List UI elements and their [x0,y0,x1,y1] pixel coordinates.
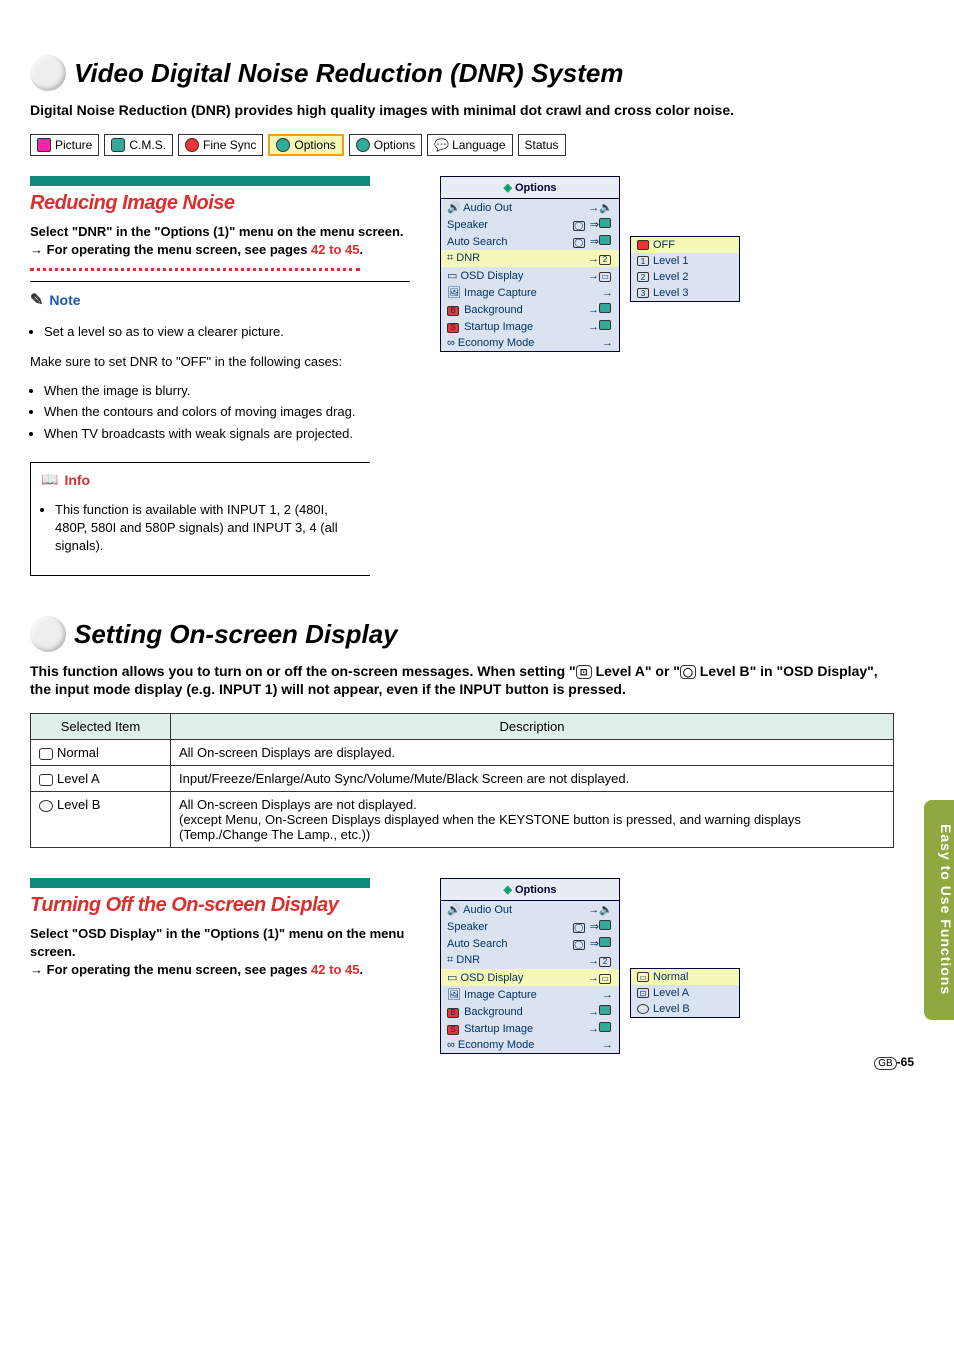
note-item: When TV broadcasts with weak signals are… [44,425,410,443]
table-row: Normal All On-screen Displays are displa… [31,740,894,766]
subheading-turning-off: Turning Off the On-screen Display [30,894,410,917]
page-title-1: Video Digital Noise Reduction (DNR) Syst… [74,58,623,89]
tab-language[interactable]: Language [427,134,512,156]
osd-row-osd-display[interactable]: ▭ OSD Display→▭ [441,969,619,986]
options-icon [276,138,290,152]
tab-picture[interactable]: Picture [30,134,99,156]
table-row: Level B All On-screen Displays are not d… [31,792,894,848]
finesync-icon [185,138,199,152]
bullet-circle-icon [30,616,66,652]
table-row: Level A Input/Freeze/Enlarge/Auto Sync/V… [31,766,894,792]
cms-icon [111,138,125,152]
divider-dotted [30,268,360,271]
picture-icon [37,138,51,152]
options-icon [356,138,370,152]
subheading-reducing-noise: Reducing Image Noise [30,192,410,215]
intro-text-2: This function allows you to turn on or o… [30,662,894,698]
level-b-icon: ◯ [680,665,696,679]
level-a-icon [39,774,53,786]
section-bar [30,878,370,888]
level-a-icon: ⊡ [576,665,592,679]
level-2[interactable]: 2Level 2 [631,269,739,285]
note-sub: Make sure to set DNR to "OFF" in the fol… [30,354,410,369]
osd-level-normal[interactable]: ▭Normal [631,969,739,985]
osd-options-panel-2: ◈ Options 🔊 Audio Out→🔈 Speaker◯ ⇒ Auto … [440,878,620,1054]
osd-options-panel: ◈ Options 🔊 Audio Out→🔈 Speaker◯ ⇒ Auto … [440,176,620,352]
menu-tab-bar: Picture C.M.S. Fine Sync Options Options… [30,134,894,156]
level-off[interactable]: OFF [631,237,739,253]
level-b-icon [39,800,53,812]
osd-row-dnr[interactable]: ⌗ DNR→2 [441,250,619,267]
dnr-level-panel: OFF 1Level 1 2Level 2 3Level 3 [630,236,740,302]
tab-options-2[interactable]: Options [349,134,422,156]
osd-options-table: Selected Item Description Normal All On-… [30,713,894,848]
col-description: Description [171,714,894,740]
note-item: When the contours and colors of moving i… [44,403,410,421]
note-item: When the image is blurry. [44,382,410,400]
page-number: GB-65 [874,1055,914,1069]
tab-status[interactable]: Status [518,134,566,156]
language-icon [434,138,448,152]
note-box: ✎Note Set a level so as to view a cleare… [30,281,410,442]
normal-icon [39,748,53,760]
heading-row-1: Video Digital Noise Reduction (DNR) Syst… [30,55,894,91]
heading-row-2: Setting On-screen Display [30,616,894,652]
info-item: This function is available with INPUT 1,… [55,501,360,554]
tab-finesync[interactable]: Fine Sync [178,134,263,156]
osd-level-a[interactable]: ⊡Level A [631,985,739,1001]
info-icon: 📖 [41,471,58,488]
level-1[interactable]: 1Level 1 [631,253,739,269]
level-3[interactable]: 3Level 3 [631,285,739,301]
osd-level-b[interactable]: Level B [631,1001,739,1017]
page-title-2: Setting On-screen Display [74,619,398,650]
instruction-text-2: Select "OSD Display" in the "Options (1)… [30,925,410,978]
col-selected-item: Selected Item [31,714,171,740]
instruction-text: Select "DNR" in the "Options (1)" menu o… [30,223,410,258]
note-icon: ✎ [30,290,43,310]
info-box: 📖Info This function is available with IN… [30,462,370,576]
osd-display-level-panel: ▭Normal ⊡Level A Level B [630,968,740,1018]
note-item: Set a level so as to view a clearer pict… [44,323,410,341]
section-bar [30,176,370,186]
intro-text-1: Digital Noise Reduction (DNR) provides h… [30,101,894,119]
tab-options-1[interactable]: Options [268,134,343,156]
page-content: Video Digital Noise Reduction (DNR) Syst… [0,0,954,1084]
bullet-circle-icon [30,55,66,91]
tab-cms[interactable]: C.M.S. [104,134,173,156]
